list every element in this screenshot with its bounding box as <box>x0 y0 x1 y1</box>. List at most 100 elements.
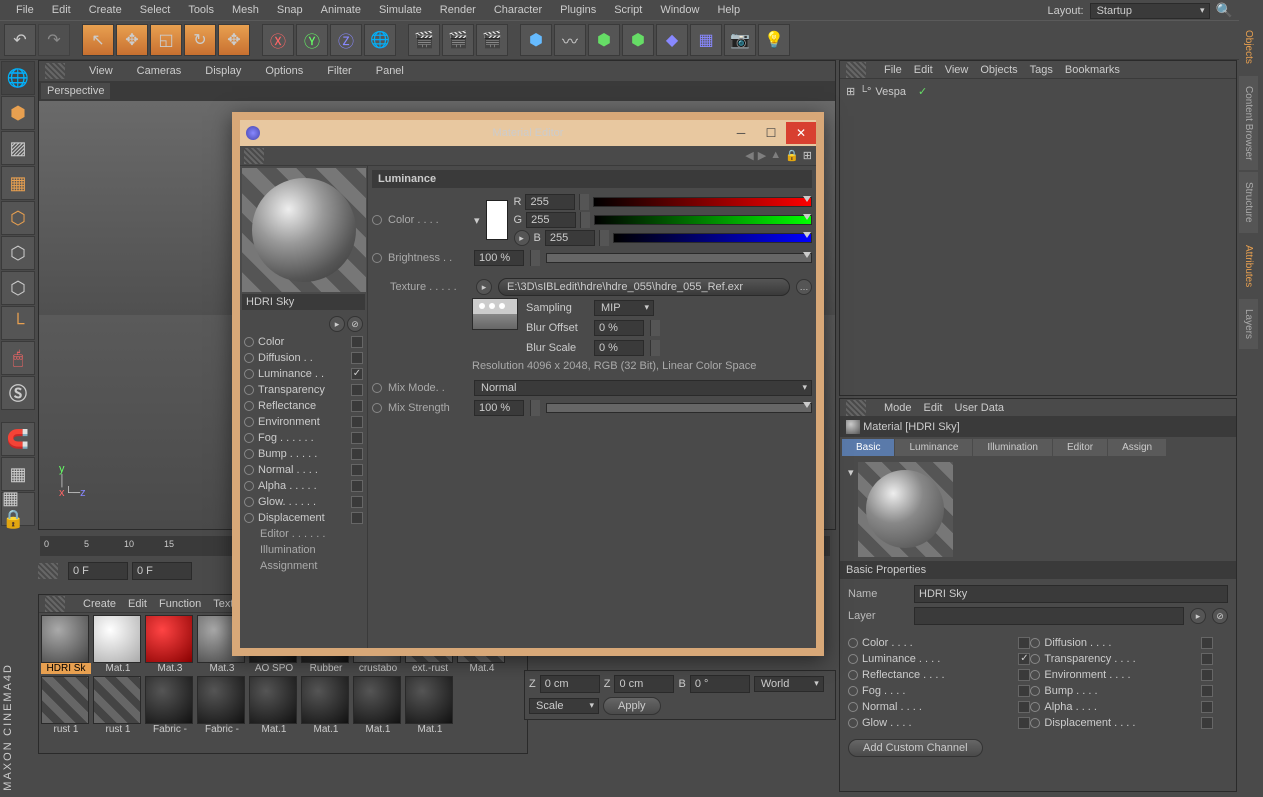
mat-menu-function[interactable]: Function <box>159 598 201 610</box>
channel-displacement[interactable]: Displacement . . . . <box>1030 715 1212 731</box>
globe-icon[interactable]: 🌐 <box>1 61 35 95</box>
edges-mode-button[interactable]: ⬡ <box>1 236 35 270</box>
environment-button[interactable]: ▦ <box>690 24 722 56</box>
attr-menu-user-data[interactable]: User Data <box>955 402 1005 414</box>
collapse-icon[interactable]: ▾ <box>848 466 854 479</box>
g-slider[interactable] <box>594 215 812 225</box>
obj-menu-bookmarks[interactable]: Bookmarks <box>1065 64 1120 76</box>
vp-menu-view[interactable]: View <box>83 63 119 79</box>
menu-create[interactable]: Create <box>81 2 130 18</box>
scale-dropdown[interactable]: Scale <box>529 698 599 714</box>
menu-simulate[interactable]: Simulate <box>371 2 430 18</box>
channel-diffusion[interactable]: Diffusion . . . . <box>1030 635 1212 651</box>
mixmode-dropdown[interactable]: Normal <box>474 380 812 396</box>
menu-select[interactable]: Select <box>132 2 179 18</box>
material-thumb[interactable]: rust 1 <box>41 676 91 735</box>
menu-snap[interactable]: Snap <box>269 2 311 18</box>
add-custom-channel-button[interactable]: Add Custom Channel <box>848 739 983 757</box>
brightness-radio[interactable] <box>372 253 382 263</box>
material-thumb[interactable]: Mat.1 <box>405 676 455 735</box>
color-model-button[interactable]: ▸ <box>514 230 530 246</box>
me-subitem[interactable]: Assignment <box>260 558 365 574</box>
mat-menu-edit[interactable]: Edit <box>128 598 147 610</box>
color-swatch[interactable] <box>486 200 508 240</box>
dock-tab-content-browser[interactable]: Content Browser <box>1239 76 1258 170</box>
me-channel-displacement[interactable]: Displacement <box>242 510 365 526</box>
blur-scale-input[interactable] <box>594 340 644 356</box>
spline-button[interactable]: 〰 <box>554 24 586 56</box>
channel-fog[interactable]: Fog . . . . <box>848 683 1030 699</box>
channel-bump[interactable]: Bump . . . . <box>1030 683 1212 699</box>
g-input[interactable] <box>526 212 576 228</box>
me-subitem[interactable]: Editor . . . . . . <box>260 526 365 542</box>
material-thumb[interactable]: rust 1 <box>93 676 143 735</box>
cube-button[interactable]: ⬢ <box>520 24 552 56</box>
locked-workplane-button[interactable]: ▦🔒 <box>1 492 35 526</box>
brightness-slider[interactable] <box>546 253 812 263</box>
material-thumb[interactable]: HDRI Sk <box>41 615 91 674</box>
lock-icon[interactable]: 🔒 <box>785 149 799 162</box>
coord-z1-input[interactable] <box>540 675 600 693</box>
blur-offset-input[interactable] <box>594 320 644 336</box>
channel-normal[interactable]: Normal . . . . <box>848 699 1030 715</box>
coord-b-input[interactable] <box>690 675 750 693</box>
vp-menu-display[interactable]: Display <box>199 63 247 79</box>
mouse-button[interactable]: 🖱 <box>1 341 35 375</box>
channel-color[interactable]: Color . . . . <box>848 635 1030 651</box>
mixstrength-slider[interactable] <box>546 403 812 413</box>
b-slider[interactable] <box>613 233 812 243</box>
channel-transparency[interactable]: Transparency . . . . <box>1030 651 1212 667</box>
rotate-button[interactable]: ↻ <box>184 24 216 56</box>
render-view-button[interactable]: 🎬 <box>408 24 440 56</box>
sampling-dropdown[interactable]: MIP <box>594 300 654 316</box>
channel-glow[interactable]: Glow . . . . <box>848 715 1030 731</box>
snapping-button[interactable]: Ⓢ <box>1 376 35 410</box>
texture-menu-button[interactable]: ▸ <box>476 279 492 295</box>
nav-fwd-icon[interactable]: ▶ <box>758 149 766 162</box>
magnet-button[interactable]: 🧲 <box>1 422 35 456</box>
camera-button[interactable]: 📷 <box>724 24 756 56</box>
nav-back-icon[interactable]: ◀ <box>745 149 753 162</box>
undo-button[interactable]: ↶ <box>4 24 36 56</box>
b-input[interactable] <box>545 230 595 246</box>
tab-basic[interactable]: Basic <box>842 439 894 456</box>
grid-button[interactable]: ▦ <box>1 457 35 491</box>
material-thumb[interactable]: Mat.1 <box>93 615 143 674</box>
dock-tab-layers[interactable]: Layers <box>1239 299 1258 349</box>
menu-file[interactable]: File <box>8 2 42 18</box>
channel-alpha[interactable]: Alpha . . . . <box>1030 699 1212 715</box>
r-input[interactable] <box>525 194 575 210</box>
subdiv-button[interactable]: ⬢ <box>588 24 620 56</box>
material-thumb[interactable]: Mat.1 <box>301 676 351 735</box>
layout-dropdown[interactable]: Startup <box>1090 3 1210 19</box>
redo-button[interactable]: ↷ <box>38 24 70 56</box>
model-mode-button[interactable]: ⬢ <box>1 96 35 130</box>
light-button[interactable]: 💡 <box>758 24 790 56</box>
generator-button[interactable]: ⬢ <box>622 24 654 56</box>
material-thumb[interactable]: Mat.3 <box>145 615 195 674</box>
minimize-button[interactable]: ─ <box>726 122 756 144</box>
me-channel-normal[interactable]: Normal . . . . <box>242 462 365 478</box>
obj-menu-view[interactable]: View <box>945 64 969 76</box>
me-channel-bump[interactable]: Bump . . . . . <box>242 446 365 462</box>
recent-tool-button[interactable]: ✥ <box>218 24 250 56</box>
y-axis-button[interactable]: Ⓨ <box>296 24 328 56</box>
material-thumb[interactable]: Mat.1 <box>353 676 403 735</box>
expand-color-icon[interactable]: ▾ <box>474 214 480 227</box>
polys-mode-button[interactable]: ⬡ <box>1 271 35 305</box>
object-tree[interactable]: ⊞ └° Vespa ✓ <box>840 79 1236 104</box>
menu-character[interactable]: Character <box>486 2 550 18</box>
me-channel-glow[interactable]: Glow. . . . . . <box>242 494 365 510</box>
nav-up-icon[interactable]: ▲ <box>770 149 781 162</box>
preview-clear-button[interactable]: ⊘ <box>347 316 363 332</box>
axis-button[interactable]: └ <box>1 306 35 340</box>
material-thumb[interactable]: Mat.1 <box>249 676 299 735</box>
menu-window[interactable]: Window <box>652 2 707 18</box>
tab-assign[interactable]: Assign <box>1108 439 1166 456</box>
mat-menu-text[interactable]: Text <box>213 598 233 610</box>
menu-edit[interactable]: Edit <box>44 2 79 18</box>
mat-menu-create[interactable]: Create <box>83 598 116 610</box>
dock-tab-structure[interactable]: Structure <box>1239 172 1258 233</box>
channel-environment[interactable]: Environment . . . . <box>1030 667 1212 683</box>
vp-menu-cameras[interactable]: Cameras <box>131 63 188 79</box>
